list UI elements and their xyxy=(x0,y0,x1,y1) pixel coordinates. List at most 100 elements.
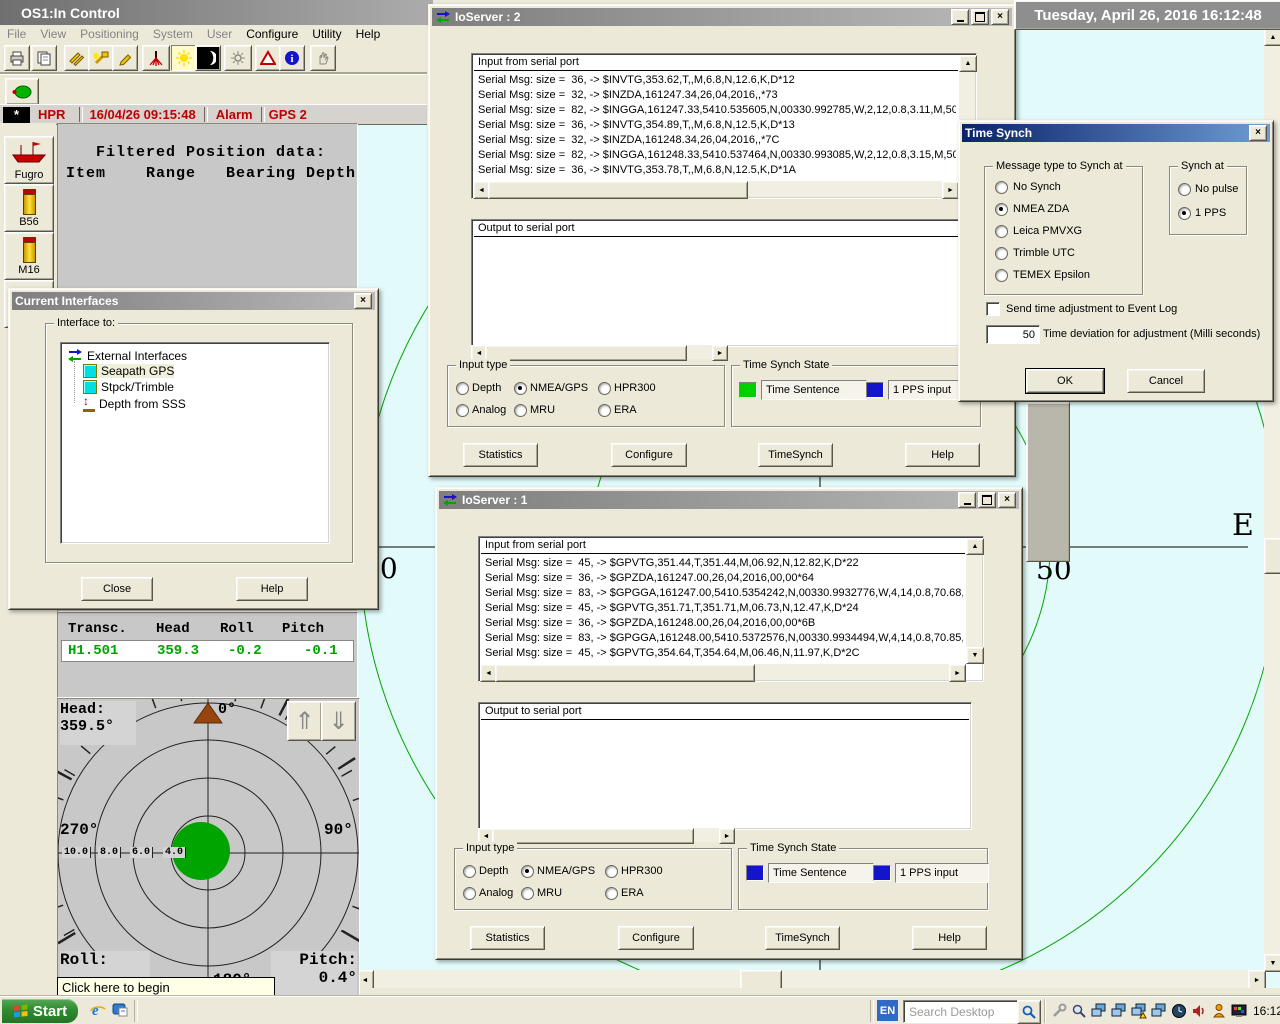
minimize-icon[interactable] xyxy=(958,492,976,508)
network-tray-icon[interactable] xyxy=(1091,1003,1107,1019)
scroll-thumb[interactable] xyxy=(485,345,687,361)
help-button[interactable]: Help xyxy=(912,926,987,950)
scroll-down-arrow[interactable]: ▼ xyxy=(966,647,984,664)
timesynch-button[interactable]: TimeSynch xyxy=(765,926,840,950)
configure-button[interactable]: Configure xyxy=(611,443,687,467)
tree-item-seapath-gps[interactable]: Seapath GPS xyxy=(83,364,174,378)
measure-button[interactable] xyxy=(64,45,90,71)
close-icon[interactable]: × xyxy=(991,9,1009,25)
language-indicator[interactable]: EN xyxy=(877,1000,898,1021)
radio-no-pulse[interactable] xyxy=(1178,183,1191,196)
show-desktop-icon[interactable] xyxy=(112,1002,128,1018)
scroll-thumb[interactable] xyxy=(488,181,748,199)
radio-analog[interactable] xyxy=(463,887,476,900)
ioserver1-input-list[interactable]: Input from serial port Serial Msg: size … xyxy=(478,536,984,682)
ioserver1-titlebar[interactable]: IoServer : 1 × xyxy=(439,491,1019,509)
menu-view[interactable]: View xyxy=(33,25,73,42)
maximize-icon[interactable] xyxy=(978,492,996,508)
radio-no-synch[interactable] xyxy=(995,181,1008,194)
scroll-right-arrow[interactable]: ► xyxy=(942,181,959,199)
interface-tree[interactable]: External Interfaces Seapath GPS Stpck/Tr… xyxy=(60,342,330,544)
vscrollbar[interactable]: ▲ ▼ xyxy=(966,538,982,664)
scroll-up-arrow[interactable]: ▲ xyxy=(1264,28,1280,46)
menu-user[interactable]: User xyxy=(200,25,239,42)
close-icon[interactable]: × xyxy=(998,492,1016,508)
ioserver2-output-box[interactable]: Output to serial port xyxy=(471,219,965,347)
agent-tray-icon[interactable] xyxy=(1211,1003,1227,1019)
pages-button[interactable] xyxy=(31,45,57,71)
volume-tray-icon[interactable] xyxy=(1191,1003,1207,1019)
event-log-checkbox[interactable] xyxy=(986,302,1000,316)
tree-item-external-interfaces[interactable]: External Interfaces xyxy=(67,348,187,364)
scroll-right-arrow[interactable]: ► xyxy=(712,345,728,361)
ioserver2-output-hscrollbar[interactable]: ◄ ► xyxy=(471,345,728,359)
start-button[interactable]: Start xyxy=(2,999,78,1023)
deviation-input[interactable] xyxy=(986,325,1040,344)
close-icon[interactable]: × xyxy=(354,293,372,309)
close-icon[interactable]: × xyxy=(1249,125,1267,141)
current-interfaces-titlebar[interactable]: Current Interfaces × xyxy=(12,292,375,310)
scroll-up-arrow[interactable]: ▲ xyxy=(966,538,984,555)
timesynch-button[interactable]: TimeSynch xyxy=(758,443,833,467)
print-button[interactable] xyxy=(4,45,30,71)
scroll-thumb[interactable] xyxy=(740,970,782,988)
pan-button[interactable] xyxy=(310,45,336,71)
chart-hscrollbar[interactable]: ◄ ► xyxy=(356,970,1264,988)
radio-era[interactable] xyxy=(598,404,611,417)
maximize-icon[interactable] xyxy=(971,9,989,25)
hscrollbar[interactable]: ◄ ► xyxy=(480,664,966,680)
radio-nmea-zda[interactable] xyxy=(995,203,1008,216)
menu-positioning[interactable]: Positioning xyxy=(73,25,146,42)
radio-nmea-gps[interactable] xyxy=(521,865,534,878)
network-warning-tray-icon[interactable] xyxy=(1131,1003,1147,1019)
radio-1pps[interactable] xyxy=(1178,207,1191,220)
menu-system[interactable]: System xyxy=(146,25,200,42)
radio-temex-epsilon[interactable] xyxy=(995,269,1008,282)
world-clock-tray-icon[interactable] xyxy=(1171,1003,1187,1019)
night-display-button[interactable] xyxy=(195,45,221,71)
tray-clock[interactable]: 16:12 xyxy=(1253,1004,1280,1018)
scroll-thumb[interactable] xyxy=(495,664,755,682)
scroll-up-arrow[interactable]: ▲ xyxy=(959,55,977,72)
hscrollbar[interactable]: ◄ ► xyxy=(473,181,959,197)
menu-file[interactable]: File xyxy=(0,25,33,42)
radio-depth[interactable] xyxy=(456,382,469,395)
help-button[interactable]: Help xyxy=(236,577,308,601)
ioserver1-output-box[interactable]: Output to serial port xyxy=(478,702,972,830)
display-tray-icon[interactable] xyxy=(1231,1003,1247,1019)
menu-utility[interactable]: Utility xyxy=(305,25,348,42)
radio-trimble-utc[interactable] xyxy=(995,247,1008,260)
status-alarm[interactable]: Alarm xyxy=(216,107,253,122)
cancel-button[interactable]: Cancel xyxy=(1127,369,1205,393)
main-titlebar[interactable]: OS1:In Control xyxy=(0,0,433,25)
radio-hpr300[interactable] xyxy=(605,865,618,878)
day-display-button[interactable] xyxy=(171,45,197,71)
tree-item-stpck-trimble[interactable]: Stpck/Trimble xyxy=(83,380,174,394)
scroll-right-arrow[interactable]: ► xyxy=(949,664,966,682)
ok-button[interactable]: OK xyxy=(1026,369,1104,393)
configure-button[interactable]: Configure xyxy=(618,926,694,950)
scroll-right-arrow[interactable]: ► xyxy=(719,828,735,844)
brightness-button[interactable] xyxy=(224,45,252,71)
radio-mru[interactable] xyxy=(514,404,527,417)
network-tray-icon-3[interactable] xyxy=(1151,1003,1167,1019)
statistics-button[interactable]: Statistics xyxy=(470,926,545,950)
time-synch-titlebar[interactable]: Time Synch × xyxy=(962,124,1270,142)
info-button[interactable]: i xyxy=(279,45,305,71)
scroll-down-button[interactable]: ⇓ xyxy=(321,701,356,741)
scroll-up-button[interactable]: ⇑ xyxy=(287,701,322,741)
edit-button[interactable] xyxy=(112,45,138,71)
ioserver1-output-hscrollbar[interactable]: ◄ ► xyxy=(478,828,735,842)
statistics-button[interactable]: Statistics xyxy=(463,443,538,467)
search-button[interactable] xyxy=(1017,1000,1041,1024)
menu-configure[interactable]: Configure xyxy=(239,25,305,42)
scroll-thumb[interactable] xyxy=(492,828,694,844)
tools-button[interactable] xyxy=(88,45,114,71)
scroll-down-arrow[interactable]: ▼ xyxy=(1264,954,1280,972)
sidebar-item-b56[interactable]: B56 xyxy=(4,184,54,232)
radio-mru[interactable] xyxy=(521,887,534,900)
minimize-icon[interactable] xyxy=(951,9,969,25)
radio-hpr300[interactable] xyxy=(598,382,611,395)
transducer-mute-button[interactable] xyxy=(142,45,170,71)
radio-leica-pmvxg[interactable] xyxy=(995,225,1008,238)
